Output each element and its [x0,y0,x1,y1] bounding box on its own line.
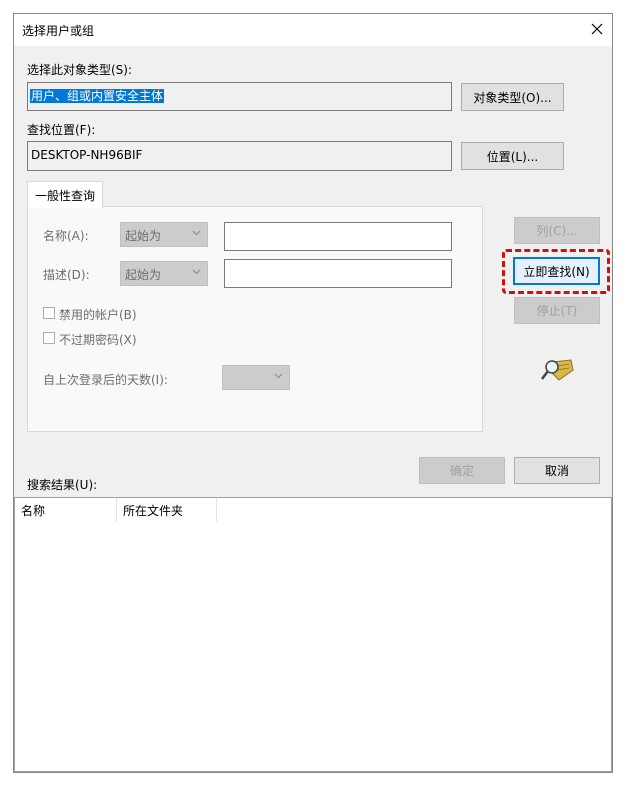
location-field: DESKTOP-NH96BIF [27,141,452,171]
name-label: 名称(A): [43,229,89,243]
object-type-value: 用户、组或内置安全主体 [30,89,165,103]
select-users-dialog: 选择用户或组 选择此对象类型(S): 用户、组或内置安全主体 对象类型(O)..… [13,13,613,773]
search-icon [539,354,575,384]
search-results-list[interactable]: 名称 所在文件夹 [14,497,612,772]
object-types-button[interactable]: 对象类型(O)... [461,83,564,111]
name-input[interactable] [224,222,452,251]
description-match-value: 起始为 [125,268,162,282]
object-type-label: 选择此对象类型(S): [27,63,133,77]
search-results-label: 搜索结果(U): [27,478,98,492]
columns-button[interactable]: 列(C)... [514,217,600,244]
days-since-logon-select[interactable] [222,365,290,390]
window-title: 选择用户或组 [22,24,95,38]
find-now-button[interactable]: 立即查找(N) [513,257,600,285]
location-label: 查找位置(F): [27,123,96,137]
cancel-button[interactable]: 取消 [514,457,600,484]
description-input[interactable] [224,259,452,288]
non-expiring-password-label: 不过期密码(X) [59,333,137,347]
chevron-down-icon [274,373,283,379]
close-button[interactable] [582,14,612,44]
title-bar: 选择用户或组 [14,14,612,46]
tab-general-query[interactable]: 一般性查询 [27,181,103,208]
column-header-folder-label: 所在文件夹 [123,503,184,518]
locations-button[interactable]: 位置(L)... [461,142,564,170]
name-match-select[interactable]: 起始为 [120,222,208,247]
close-icon [591,23,603,35]
chevron-down-icon [192,230,201,236]
chevron-down-icon [192,269,201,275]
disabled-accounts-checkbox[interactable] [43,307,55,319]
description-match-select[interactable]: 起始为 [120,261,208,286]
non-expiring-password-checkbox[interactable] [43,332,55,344]
name-match-value: 起始为 [125,229,162,243]
column-header-name[interactable]: 名称 [15,498,117,522]
days-since-logon-label: 自上次登录后的天数(I): [43,373,168,387]
description-label: 描述(D): [43,268,90,282]
column-header-name-label: 名称 [21,503,46,518]
column-header-folder[interactable]: 所在文件夹 [117,498,217,522]
location-value: DESKTOP-NH96BIF [31,148,143,162]
ok-button[interactable]: 确定 [419,457,505,484]
stop-button[interactable]: 停止(T) [514,297,600,324]
disabled-accounts-label: 禁用的帐户(B) [59,308,137,322]
object-type-field: 用户、组或内置安全主体 [27,82,452,111]
